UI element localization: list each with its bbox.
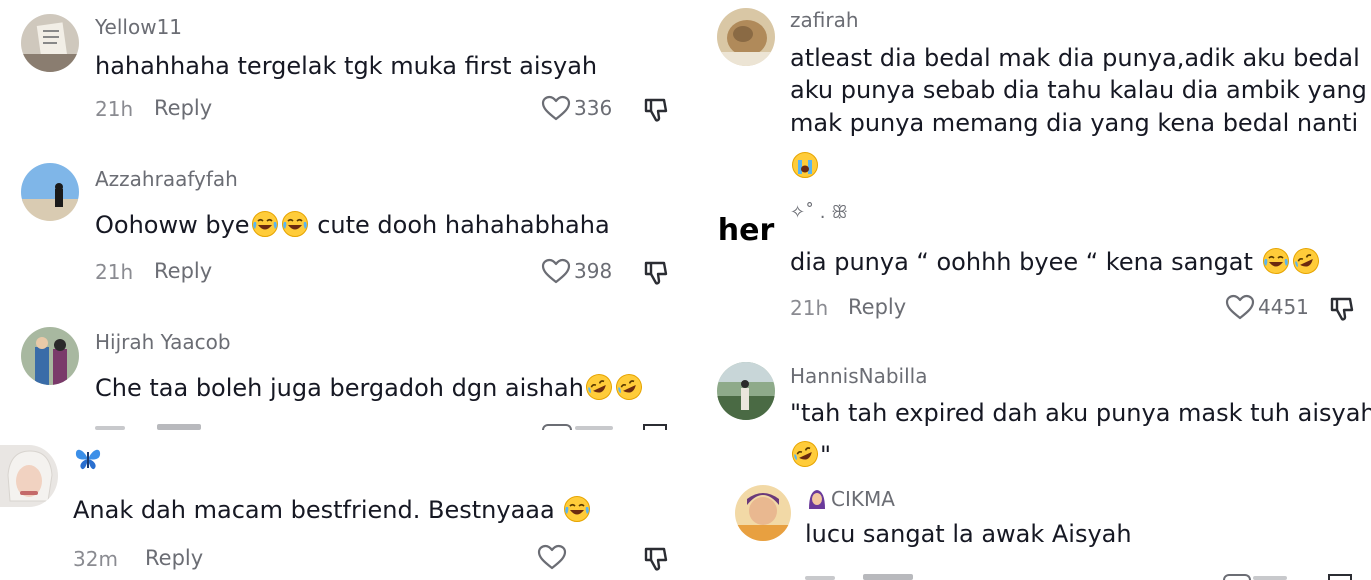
rofl-emoji: [585, 373, 613, 401]
heart-icon: [541, 258, 571, 284]
comment-username[interactable]: Yellow11: [95, 15, 182, 39]
comment-text: lucu sangat la awak Aisyah: [805, 520, 1132, 548]
avatar[interactable]: [735, 485, 791, 541]
comment-text: Oohoww bye cute dooh hahahabhaha: [95, 210, 610, 239]
partial-meta-row: [805, 574, 1365, 580]
joy-emoji: [251, 210, 279, 238]
comment-text: "tah tah expired dah aku punya mask tuh …: [790, 399, 1371, 427]
partial-meta-row: [95, 424, 675, 430]
avatar[interactable]: [0, 445, 58, 507]
butterfly-icon: [75, 449, 101, 470]
comment-timestamp: 21h: [790, 296, 829, 320]
joy-emoji: [281, 210, 309, 238]
joy-emoji: [563, 495, 591, 523]
like-count: 336: [574, 96, 613, 120]
like-button[interactable]: 398: [541, 258, 612, 284]
like-button[interactable]: 336: [541, 95, 612, 121]
comment-text-line: atleast dia bedal mak dia punya,adik aku…: [790, 44, 1360, 72]
comment-username[interactable]: CIKMA: [805, 487, 895, 511]
comment-text-line: aku punya sebab dia tahu kalau dia ambik…: [790, 76, 1367, 104]
avatar[interactable]: [21, 327, 79, 385]
avatar[interactable]: [21, 14, 79, 72]
cry-emoji: [791, 151, 819, 179]
svg-text:her: her: [718, 213, 775, 248]
comment-text-line: mak punya memang dia yang kena bedal nan…: [790, 109, 1359, 137]
comment-text: dia punya “ oohhh byee “ kena sangat: [790, 245, 1321, 279]
avatar[interactable]: [717, 8, 775, 66]
reply-button[interactable]: Reply: [154, 259, 212, 283]
avatar[interactable]: [717, 362, 775, 420]
reply-button[interactable]: Reply: [848, 295, 906, 319]
reply-button[interactable]: Reply: [145, 546, 203, 570]
right-comment-list: zafirah atleast dia bedal mak dia punya,…: [700, 0, 1371, 580]
reply-button[interactable]: Reply: [154, 96, 212, 120]
comment-username[interactable]: Azzahraafyfah: [95, 167, 238, 191]
heart-icon[interactable]: [537, 544, 567, 570]
joy-emoji: [1262, 247, 1290, 275]
rofl-emoji: [1292, 247, 1320, 275]
comment-timestamp: 21h: [95, 260, 134, 284]
heart-icon: [1225, 294, 1255, 320]
hijab-woman-icon: [809, 490, 825, 509]
comment-username[interactable]: ✧˚ . ꕥ: [790, 202, 848, 223]
dislike-icon[interactable]: [642, 259, 670, 287]
comment-text: Che taa boleh juga bergadoh dgn aishah: [95, 371, 644, 405]
comment-timestamp: 32m: [73, 547, 118, 571]
like-count: 398: [574, 259, 613, 283]
comment-text: hahahhaha tergelak tgk muka first aisyah: [95, 52, 598, 80]
comment-text-end: ": [790, 438, 831, 472]
left-comment-list: Yellow11 hahahhaha tergelak tgk muka fir…: [0, 0, 690, 430]
avatar[interactable]: her: [717, 200, 775, 258]
rofl-emoji: [615, 373, 643, 401]
rofl-emoji: [791, 440, 819, 468]
like-button[interactable]: 4451: [1225, 294, 1309, 320]
comment-username[interactable]: zafirah: [790, 8, 859, 32]
comment-username[interactable]: HannisNabilla: [790, 364, 927, 388]
dislike-icon[interactable]: [1328, 295, 1356, 323]
comment-text: Anak dah macam bestfriend. Bestnyaaa: [73, 493, 592, 527]
avatar[interactable]: [21, 163, 79, 221]
comment-username[interactable]: Hijrah Yaacob: [95, 330, 231, 354]
dislike-icon[interactable]: [642, 545, 670, 573]
like-count: 4451: [1258, 295, 1309, 319]
comment-timestamp: 21h: [95, 97, 134, 121]
heart-icon: [541, 95, 571, 121]
dislike-icon[interactable]: [642, 96, 670, 124]
